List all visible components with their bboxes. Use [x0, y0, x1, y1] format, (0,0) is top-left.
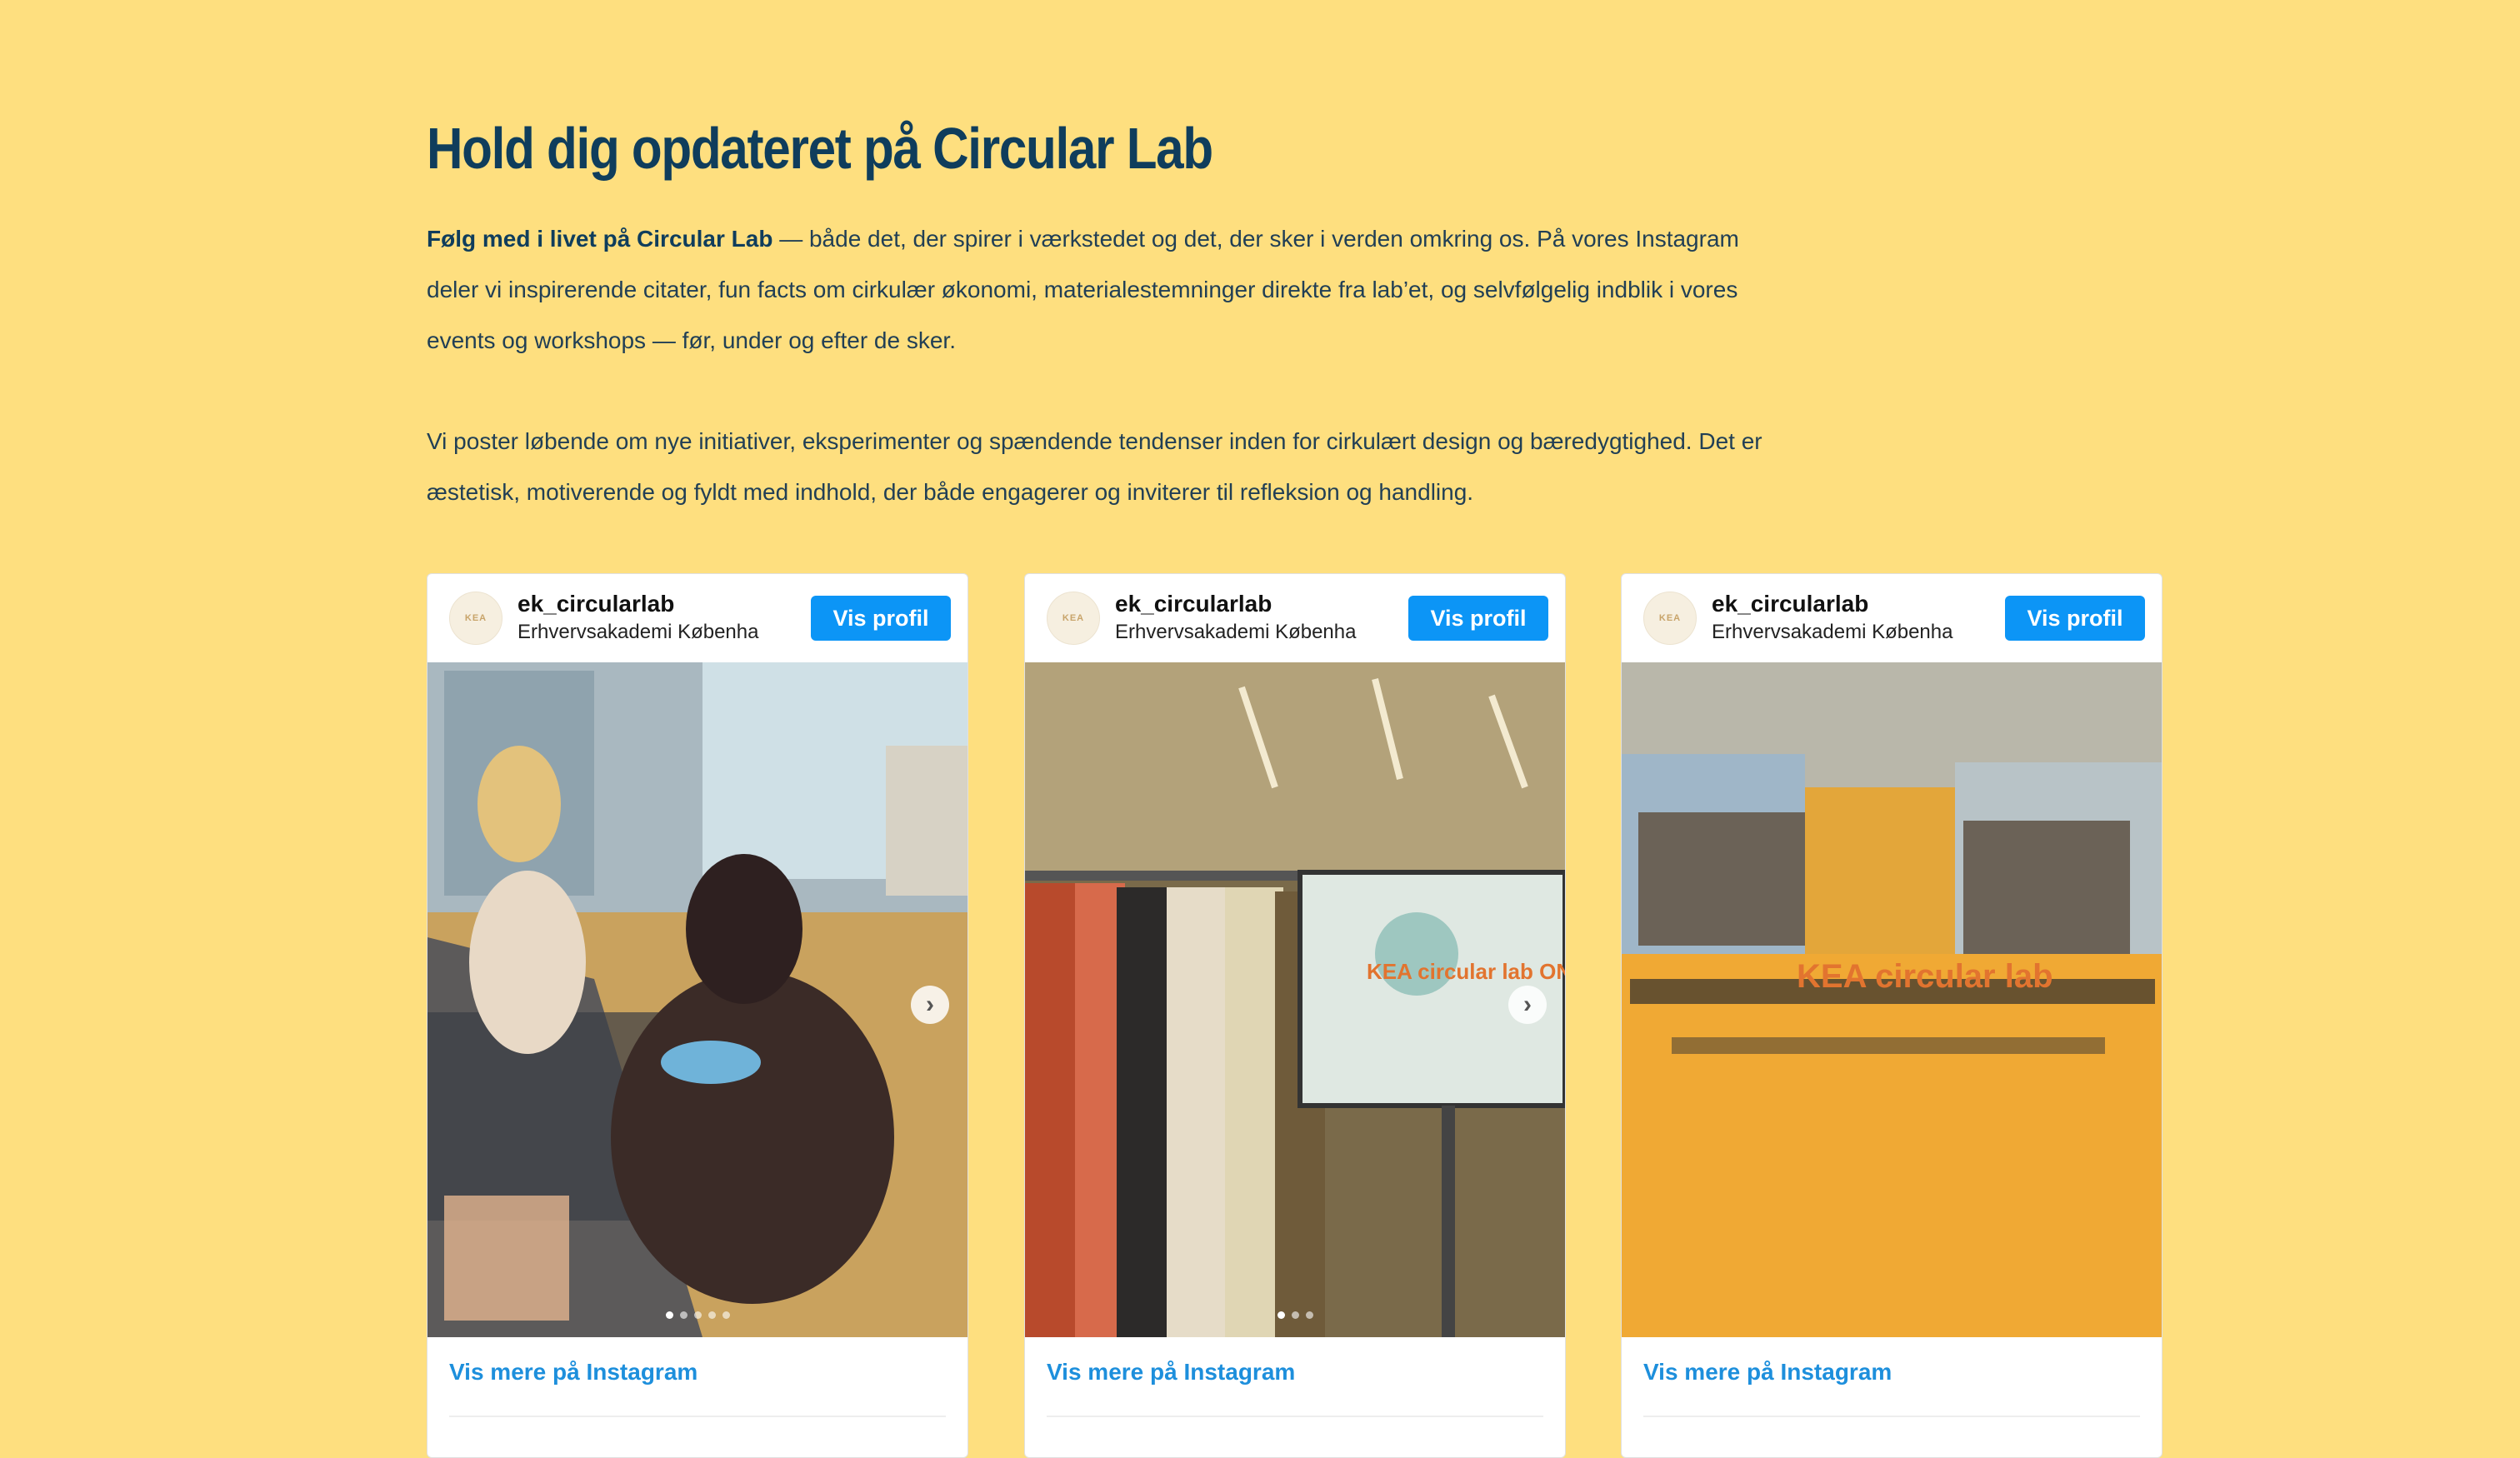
carousel-dot[interactable] [722, 1311, 730, 1319]
image-caption: KEA circular lab ONSDAGSBAR [1367, 959, 1565, 984]
page-title: Hold dig opdateret på Circular Lab [427, 116, 1213, 181]
view-profile-button[interactable]: Vis profil [2005, 596, 2145, 641]
post-header: KEA ek_circularlab Erhvervsakademi Køben… [1025, 574, 1565, 662]
post-image[interactable]: KEA circular lab ONSDAGSBAR › [1025, 662, 1565, 1337]
workshop-photo [428, 662, 968, 1337]
view-profile-button[interactable]: Vis profil [1408, 596, 1548, 641]
divider [1643, 1416, 2140, 1417]
carousel-dot[interactable] [693, 1311, 702, 1319]
carousel-dot[interactable] [1277, 1311, 1285, 1319]
carousel-dot[interactable] [679, 1311, 688, 1319]
chevron-right-icon: › [926, 991, 934, 1018]
post-location: Erhvervsakademi Københa [518, 621, 759, 643]
chevron-right-icon: › [1523, 991, 1532, 1018]
post-location: Erhvervsakademi Københa [1712, 621, 1953, 643]
instagram-post-card: KEA ek_circularlab Erhvervsakademi Køben… [427, 573, 968, 1458]
carousel-dot[interactable] [665, 1311, 673, 1319]
post-image[interactable]: › [428, 662, 968, 1337]
post-header: KEA ek_circularlab Erhvervsakademi Køben… [1622, 574, 2162, 662]
intro-paragraph-2: Vi poster løbende om nye initiativer, ek… [427, 428, 1762, 505]
post-header: KEA ek_circularlab Erhvervsakademi Køben… [428, 574, 968, 662]
carousel-dots [428, 1311, 968, 1319]
carousel-dots [1025, 1311, 1565, 1319]
avatar[interactable]: KEA [449, 592, 502, 645]
post-footer [449, 1416, 946, 1424]
post-location: Erhvervsakademi Københa [1115, 621, 1357, 643]
image-caption: KEA circular lab [1797, 958, 2053, 995]
carousel-dot[interactable] [1291, 1311, 1299, 1319]
post-footer [1047, 1416, 1543, 1424]
intro-paragraph-1: Følg med i livet på Circular Lab — både … [427, 213, 1768, 366]
view-more-on-instagram-link[interactable]: Vis mere på Instagram [1047, 1359, 1295, 1386]
divider [449, 1416, 946, 1417]
next-slide-button[interactable]: › [911, 986, 949, 1024]
carousel-dot[interactable] [708, 1311, 716, 1319]
divider [1047, 1416, 1543, 1417]
avatar[interactable]: KEA [1047, 592, 1100, 645]
lab-interior-photo: KEA circular lab [1622, 662, 2162, 1337]
carousel-dot[interactable] [1305, 1311, 1313, 1319]
post-username[interactable]: ek_circularlab [518, 591, 674, 617]
view-more-on-instagram-link[interactable]: Vis mere på Instagram [1643, 1359, 1892, 1386]
post-username[interactable]: ek_circularlab [1115, 591, 1272, 617]
clothing-rack-photo: KEA circular lab ONSDAGSBAR [1025, 662, 1565, 1337]
instagram-post-card: KEA ek_circularlab Erhvervsakademi Køben… [1621, 573, 2162, 1458]
post-footer [1643, 1416, 2140, 1424]
view-more-on-instagram-link[interactable]: Vis mere på Instagram [449, 1359, 698, 1386]
post-image[interactable]: KEA circular lab [1622, 662, 2162, 1337]
avatar[interactable]: KEA [1643, 592, 1697, 645]
view-profile-button[interactable]: Vis profil [811, 596, 951, 641]
intro-lead: Følg med i livet på Circular Lab [427, 226, 773, 252]
post-username[interactable]: ek_circularlab [1712, 591, 1868, 617]
next-slide-button[interactable]: › [1508, 986, 1547, 1024]
instagram-post-card: KEA ek_circularlab Erhvervsakademi Køben… [1024, 573, 1566, 1458]
